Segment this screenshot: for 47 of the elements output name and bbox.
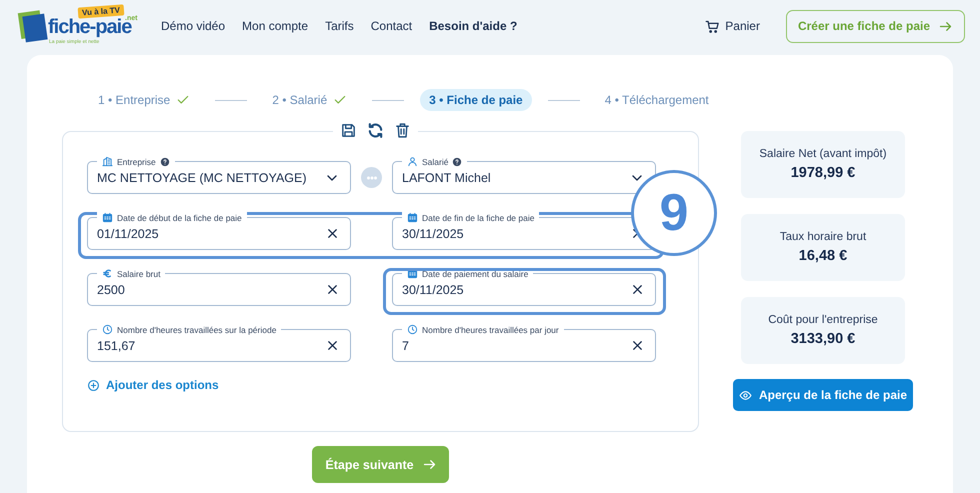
euro-icon <box>102 268 113 279</box>
person-icon <box>407 156 418 167</box>
field-label: Nombre d'heures travaillées sur la période <box>117 324 276 334</box>
clear-icon[interactable] <box>630 338 645 353</box>
arrow-icon <box>422 457 437 472</box>
clear-icon[interactable] <box>325 226 340 241</box>
summary-label: Salaire Net (avant impôt) <box>759 148 887 160</box>
calendar-icon <box>407 212 418 223</box>
cart-link[interactable]: Panier <box>725 19 760 33</box>
field-label: Nombre d'heures travaillées par jour <box>422 324 559 334</box>
tv-badge: Vu à la TV <box>78 4 124 19</box>
nav-link[interactable]: Besoin d'aide ? <box>429 19 518 33</box>
clear-icon[interactable] <box>325 338 340 353</box>
summary-label: Taux horaire brut <box>780 231 866 243</box>
clear-icon[interactable] <box>630 282 645 297</box>
save-icon[interactable] <box>340 122 357 139</box>
clock-icon <box>407 324 418 335</box>
eye-icon <box>738 388 752 402</box>
plus-icon <box>87 378 100 392</box>
nav-link[interactable]: Contact <box>370 19 412 33</box>
clear-icon[interactable] <box>325 282 340 297</box>
building-icon <box>102 156 113 167</box>
field-label: Date de fin de la fiche de paie <box>422 212 534 222</box>
nav-link[interactable]: Démo vidéo <box>161 19 226 33</box>
calendar-icon <box>102 212 113 223</box>
clock-icon <box>102 324 113 335</box>
summary-value: 3133,90 € <box>790 331 856 347</box>
nav-link[interactable]: Tarifs <box>325 19 354 33</box>
refresh-icon[interactable] <box>367 122 384 139</box>
delete-icon[interactable] <box>394 122 411 139</box>
cart-icon[interactable] <box>705 18 720 34</box>
logo-mark <box>22 14 48 42</box>
field-label: Date de paiement du salaire <box>422 268 528 278</box>
callout-tooltip: 9 <box>631 170 717 256</box>
summary-value: 16,48 € <box>798 248 848 264</box>
preview-button[interactable]: Aperçu de la fiche de paie <box>733 379 913 411</box>
step-tab[interactable]: 3 • Fiche de paie <box>420 89 532 111</box>
summary-value: 1978,99 € <box>790 165 856 181</box>
field-label: Entreprise <box>117 156 156 166</box>
field-label: Date de début de la fiche de paie <box>117 212 242 222</box>
field-label: Salarié <box>422 156 448 166</box>
nav-link[interactable]: Mon compte <box>242 19 308 33</box>
add-options-link[interactable]: Ajouter des options <box>87 378 219 392</box>
field-label: Salaire brut <box>117 268 160 278</box>
summary-label: Coût pour l'entreprise <box>768 314 878 326</box>
help-icon <box>452 156 462 166</box>
help-icon <box>160 156 170 166</box>
